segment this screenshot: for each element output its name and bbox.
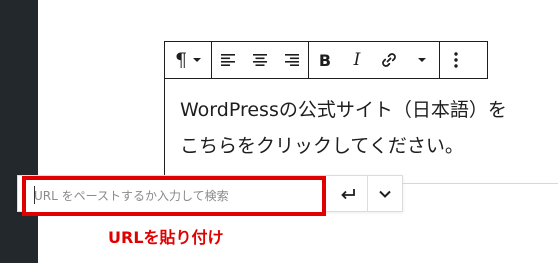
block-toolbar: ¶ B I (164, 41, 488, 79)
align-center-icon (253, 54, 267, 66)
align-center-button[interactable] (244, 42, 276, 78)
align-left-icon (221, 54, 235, 66)
align-right-icon (285, 54, 299, 66)
admin-sidebar (0, 0, 38, 263)
italic-icon: I (353, 50, 361, 70)
bold-button[interactable]: B (309, 42, 341, 78)
options-group (440, 42, 472, 78)
paragraph-content[interactable]: WordPressの公式サイト（日本語）を こちらをクリックしてください。 (180, 92, 558, 164)
alignment-group (212, 42, 309, 78)
more-rich-text-button[interactable] (405, 42, 439, 78)
align-left-button[interactable] (212, 42, 244, 78)
text-caret (34, 186, 35, 204)
link-icon (382, 53, 396, 67)
chevron-down-icon (379, 190, 391, 198)
format-group: B I (309, 42, 440, 78)
paragraph-line-1: WordPressの公式サイト（日本語）を (180, 99, 507, 121)
link-button[interactable] (373, 42, 405, 78)
align-right-button[interactable] (276, 42, 308, 78)
block-type-group: ¶ (165, 42, 212, 78)
bold-icon: B (318, 50, 332, 70)
caret-down-icon (193, 58, 202, 62)
more-options-button[interactable] (440, 42, 472, 78)
apply-link-button[interactable] (331, 176, 365, 212)
annotation-label: URLを貼り付け (108, 228, 224, 247)
link-settings-toggle[interactable] (368, 176, 402, 212)
italic-button[interactable]: I (341, 42, 373, 78)
paragraph-switcher-button[interactable]: ¶ (165, 42, 211, 78)
paragraph-line-2: こちらをクリックしてください。 (180, 135, 464, 157)
more-vertical-icon (454, 52, 458, 68)
enter-icon (341, 189, 355, 200)
pilcrow-icon: ¶ (174, 49, 188, 71)
url-input-wrapper (22, 176, 326, 216)
caret-down-icon (418, 58, 426, 62)
url-input[interactable] (26, 180, 322, 212)
